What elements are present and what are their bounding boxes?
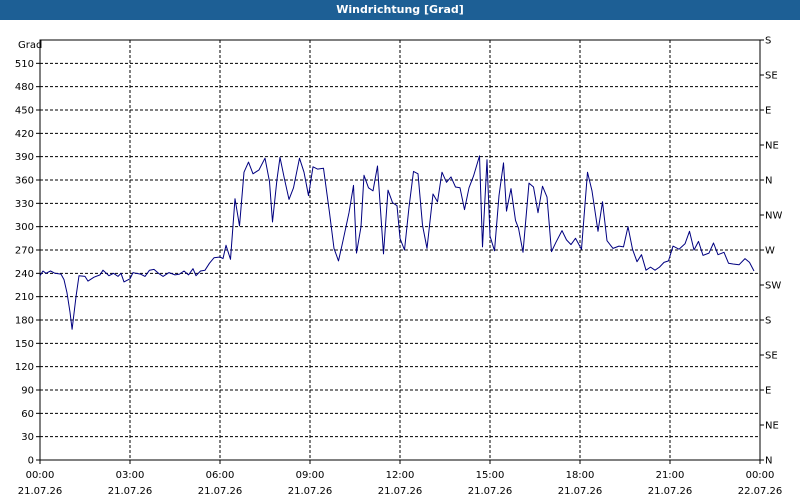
compass-tick-label: W: [765, 246, 775, 257]
compass-tick-label: SE: [765, 351, 778, 362]
y-tick-label: 150: [15, 339, 34, 350]
y-tick-label: 480: [15, 82, 34, 93]
compass-tick-label: E: [765, 386, 771, 397]
x-tick-date: 22.07.26: [738, 486, 783, 497]
y-tick-label: 30: [21, 432, 34, 443]
y-tick-label: 300: [15, 222, 34, 233]
x-tick-time: 15:00: [476, 470, 505, 481]
x-tick-date: 21.07.26: [288, 486, 333, 497]
compass-tick-label: SE: [765, 71, 778, 82]
series-line: [39, 155, 755, 330]
compass-tick-label: NW: [765, 211, 782, 222]
x-tick-time: 21:00: [656, 470, 685, 481]
chart-title: Windrichtung [Grad]: [0, 0, 800, 20]
compass-tick-label: N: [765, 176, 772, 187]
y-tick-label: 390: [15, 152, 34, 163]
y-tick-label: 180: [15, 316, 34, 327]
y-tick-label: 60: [21, 409, 34, 420]
x-tick-date: 21.07.26: [18, 486, 63, 497]
x-tick-time: 18:00: [566, 470, 595, 481]
x-tick-date: 21.07.26: [468, 486, 513, 497]
x-tick-date: 21.07.26: [198, 486, 243, 497]
x-tick-time: 12:00: [386, 470, 415, 481]
y-tick-label: 210: [15, 292, 34, 303]
compass-tick-label: S: [765, 316, 771, 327]
y-axis-label: Grad: [18, 40, 42, 51]
x-tick-time: 09:00: [296, 470, 325, 481]
wind-direction-chart: Grad 0 30 60 90 120 150 180 210 240 270 300 330 360 3…: [15, 36, 783, 498]
y-tick-label: 420: [15, 129, 34, 140]
x-tick-date: 21.07.26: [378, 486, 423, 497]
y-tick-label: 240: [15, 269, 34, 280]
x-tick-date: 21.07.26: [108, 486, 153, 497]
y-tick-label: 120: [15, 362, 34, 373]
series-layer: [39, 155, 755, 330]
y-tick-label: 450: [15, 106, 34, 117]
x-tick-date: 21.07.26: [648, 486, 693, 497]
x-tick-time: 00:00: [26, 470, 55, 481]
x-tick-time: 06:00: [206, 470, 235, 481]
y-tick-label: 90: [21, 386, 34, 397]
y-tick-label: 510: [15, 59, 34, 70]
compass-tick-label: SW: [765, 281, 781, 292]
compass-tick-label: NE: [765, 421, 779, 432]
y-axis-ticks: 0 30 60 90 120 150 180 210 240 270 300 330 360 390 420…: [15, 59, 40, 467]
y-tick-label: 0: [28, 456, 34, 467]
compass-tick-label: N: [765, 456, 772, 467]
compass-tick-label: E: [765, 106, 771, 117]
x-tick-date: 21.07.26: [558, 486, 603, 497]
compass-axis-ticks: N NE E SE S SW W NW N NE E SE S: [760, 36, 782, 467]
y-tick-label: 360: [15, 176, 34, 187]
x-tick-time: 00:00: [746, 470, 775, 481]
x-tick-time: 03:00: [116, 470, 145, 481]
compass-tick-label: S: [765, 36, 771, 47]
x-axis-ticks: 00:00 21.07.26 03:00 21.07.26 06:00 21.07.26 0…: [18, 460, 783, 497]
compass-tick-label: NE: [765, 141, 779, 152]
grid-lines: [40, 40, 760, 460]
y-tick-label: 330: [15, 199, 34, 210]
y-tick-label: 270: [15, 246, 34, 257]
